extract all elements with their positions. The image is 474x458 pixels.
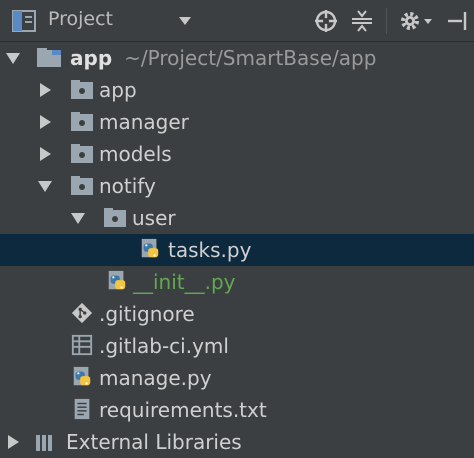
yaml-file-icon (71, 334, 93, 356)
tree-item-label: requirements.txt (99, 398, 267, 422)
tree-item-gitlab-ci[interactable]: .gitlab-ci.yml (0, 330, 474, 362)
package-folder-icon (104, 208, 126, 227)
python-file-icon (141, 238, 159, 258)
expanded-arrow-icon[interactable] (38, 179, 52, 193)
expanded-arrow-icon[interactable] (6, 51, 20, 65)
package-folder-icon (71, 176, 93, 195)
project-toolbar: Project (0, 0, 474, 42)
tree-item-label: user (132, 206, 176, 230)
tree-item-manager[interactable]: manager (0, 106, 474, 138)
project-view-icon[interactable] (12, 10, 38, 32)
tree-item-label: __init__.py (133, 270, 236, 294)
tree-item-label: tasks.py (168, 238, 252, 262)
tree-item-label: notify (99, 174, 156, 198)
locate-crosshair-icon[interactable] (314, 9, 338, 33)
tree-item-init-py[interactable]: __init__.py (0, 266, 474, 298)
package-folder-icon (71, 80, 93, 99)
settings-gear-icon[interactable] (398, 9, 434, 33)
tree-item-label: .gitignore (99, 302, 195, 326)
tree-item-notify[interactable]: notify (0, 170, 474, 202)
root-folder-name: app (70, 46, 113, 70)
project-tree: app ~/Project/SmartBase/app app manager m… (0, 42, 474, 454)
package-folder-icon (71, 144, 93, 163)
root-folder-path: ~/Project/SmartBase/app (124, 46, 377, 70)
project-view-title[interactable]: Project (48, 8, 113, 30)
tree-item-app[interactable]: app (0, 74, 474, 106)
tree-item-root-app[interactable]: app ~/Project/SmartBase/app (0, 42, 474, 74)
python-file-icon (108, 270, 126, 290)
tree-item-user[interactable]: user (0, 202, 474, 234)
collapsed-arrow-icon[interactable] (6, 435, 20, 449)
python-file-icon (73, 366, 91, 386)
package-folder-icon (71, 112, 93, 131)
tree-item-manage-py[interactable]: manage.py (0, 362, 474, 394)
tree-item-tasks-py[interactable]: tasks.py (0, 234, 474, 266)
text-file-icon (74, 398, 90, 420)
tree-item-label: manager (99, 110, 189, 134)
library-icon (36, 435, 52, 451)
tree-item-gitignore[interactable]: .gitignore (0, 298, 474, 330)
hide-panel-icon[interactable] (446, 9, 470, 33)
dropdown-arrow-icon[interactable] (178, 16, 192, 26)
tree-item-models[interactable]: models (0, 138, 474, 170)
tree-item-label: manage.py (99, 366, 212, 390)
collapsed-arrow-icon[interactable] (38, 147, 52, 161)
toolbar-separator (386, 8, 387, 34)
module-folder-icon (37, 48, 61, 67)
tree-item-external-libraries[interactable]: External Libraries (0, 426, 474, 458)
collapse-all-icon[interactable] (350, 9, 374, 33)
tree-item-label: models (99, 142, 172, 166)
tree-item-label: External Libraries (66, 430, 242, 454)
expanded-arrow-icon[interactable] (71, 211, 85, 225)
tree-item-label: app (99, 78, 137, 102)
git-ignore-icon (71, 302, 93, 324)
tree-item-label: .gitlab-ci.yml (99, 334, 229, 358)
collapsed-arrow-icon[interactable] (38, 115, 52, 129)
tree-item-requirements[interactable]: requirements.txt (0, 394, 474, 426)
collapsed-arrow-icon[interactable] (38, 83, 52, 97)
